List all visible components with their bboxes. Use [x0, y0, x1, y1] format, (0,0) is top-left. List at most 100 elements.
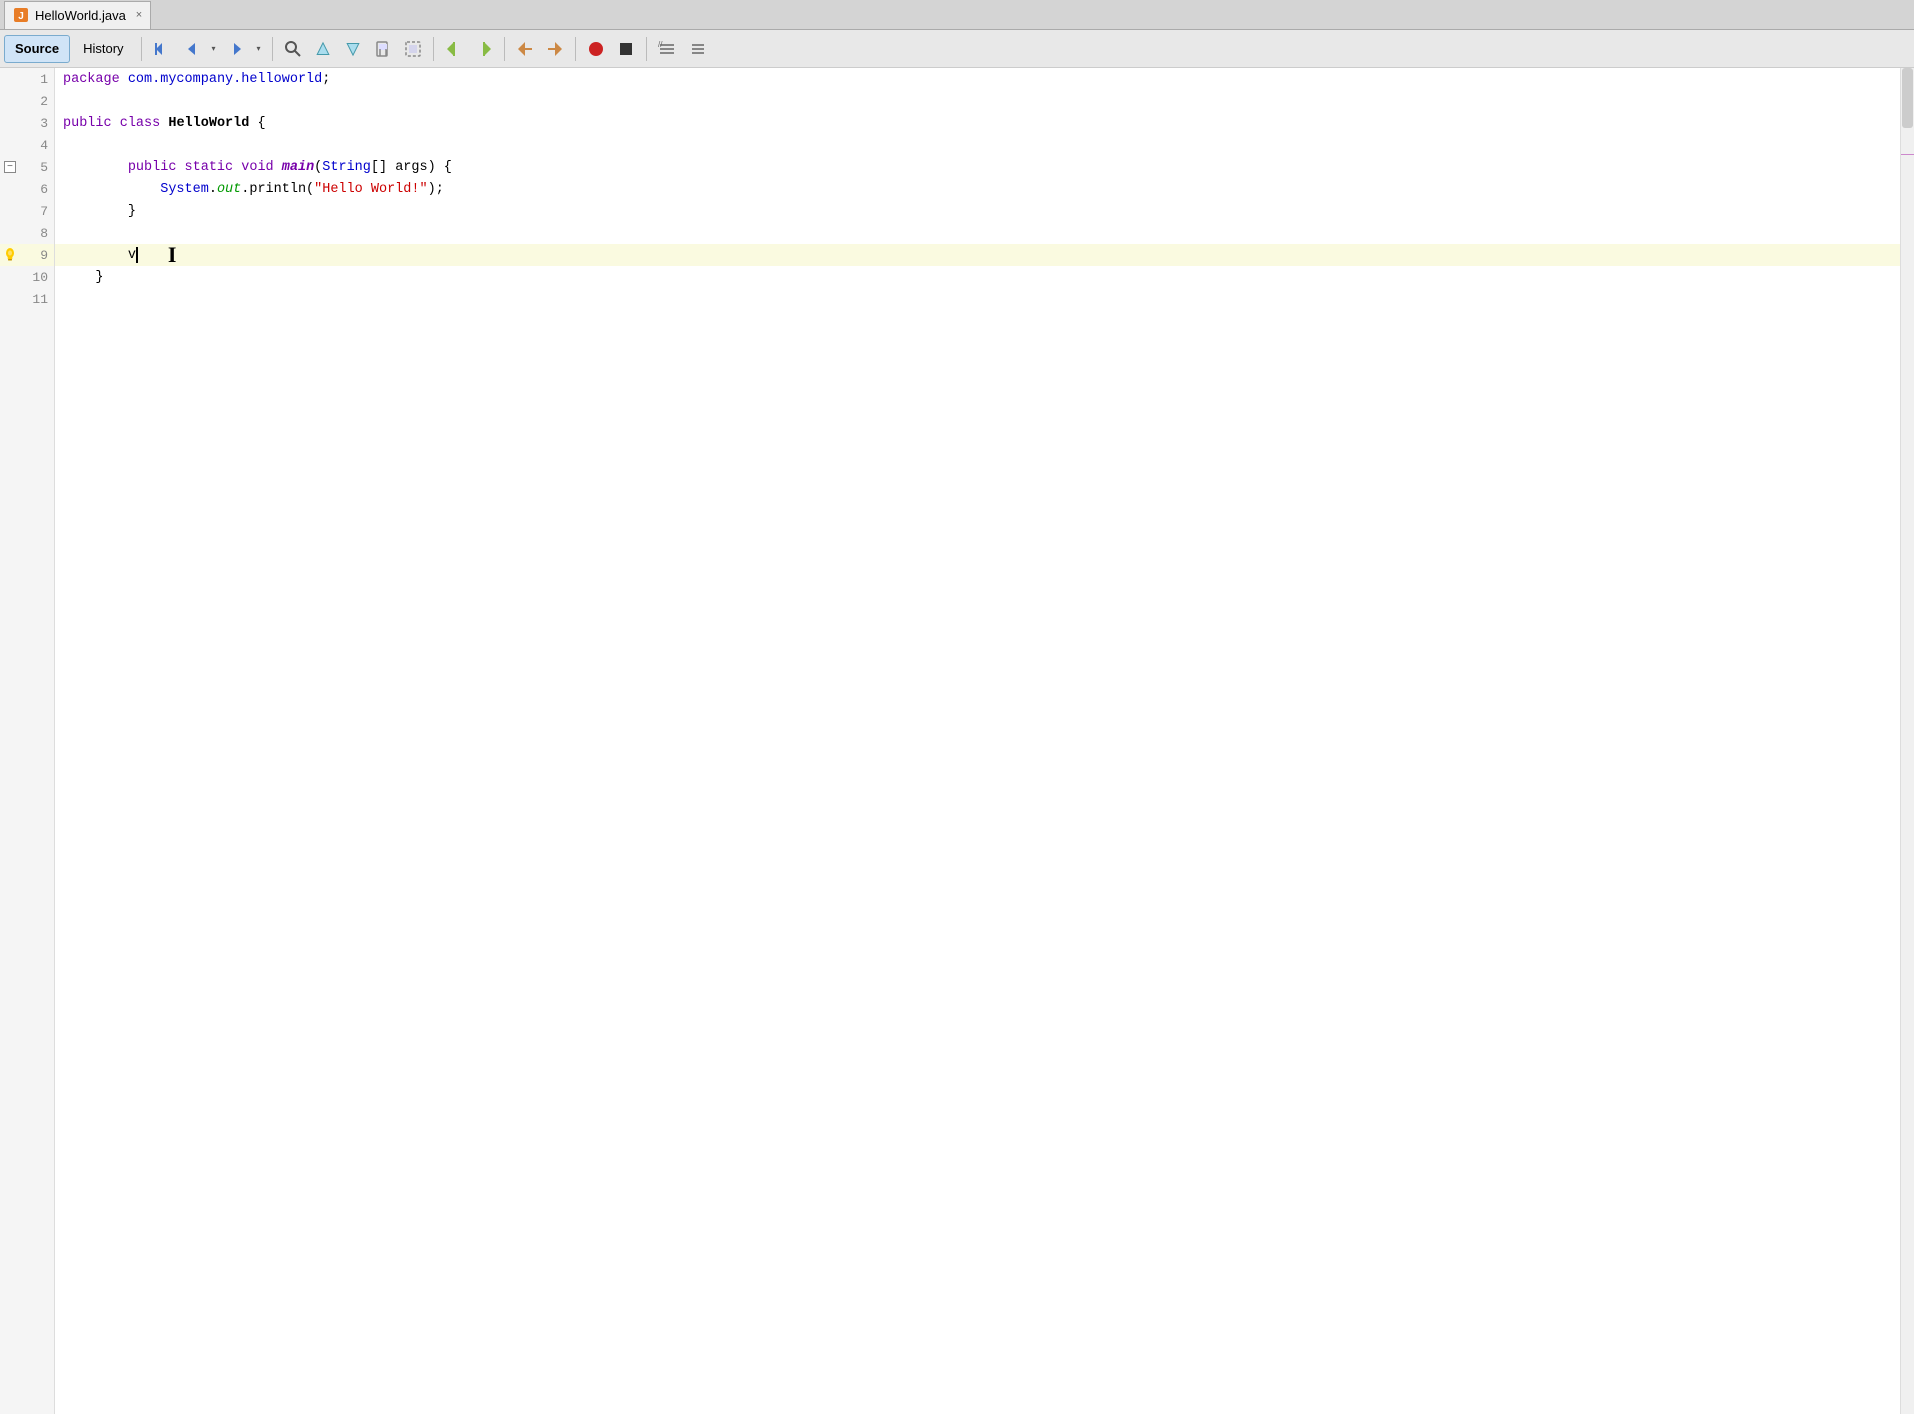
navigate-back-icon: [183, 40, 201, 58]
type-string: String: [322, 160, 371, 175]
code-editor[interactable]: package com.mycompany.helloworld; public…: [55, 68, 1900, 1414]
indent-10: [63, 270, 95, 285]
line-num-9: 9: [40, 248, 48, 263]
code-line-6: System.out.println("Hello World!");: [55, 178, 1900, 200]
text-cursor: [136, 247, 138, 263]
scrollbar-position-indicator: [1901, 154, 1914, 155]
gutter-line-6: 6: [0, 178, 54, 200]
toolbar: Source History ▾ ▾: [0, 30, 1914, 68]
search-btn[interactable]: [279, 35, 307, 63]
prev-occurrence-btn[interactable]: [309, 35, 337, 63]
navigate-back-dropdown-btn[interactable]: ▾: [207, 35, 221, 63]
plain-5e: [] args) {: [371, 160, 452, 175]
comment-icon: //: [658, 40, 676, 58]
cursor-I-display: I: [168, 242, 177, 268]
next-member-icon: [475, 40, 493, 58]
next-edit-icon: [546, 40, 564, 58]
separator-3: [433, 37, 434, 61]
prev-member-btn[interactable]: [440, 35, 468, 63]
record-macro-btn[interactable]: [582, 35, 610, 63]
separator-2: [272, 37, 273, 61]
kw-public-5: public: [128, 160, 177, 175]
gutter-line-9: 9: [0, 244, 54, 266]
indent-9: [63, 248, 128, 263]
prev-edit-btn[interactable]: [511, 35, 539, 63]
semi-1: ;: [322, 72, 330, 87]
sp-5b: [233, 160, 241, 175]
line-num-10: 10: [32, 270, 48, 285]
vertical-scrollbar[interactable]: [1900, 68, 1914, 1414]
editor-container: 1 2 3 4 − 5 6 7 8: [0, 68, 1914, 1414]
navigate-back-group: ▾: [178, 35, 221, 63]
line-num-8: 8: [40, 226, 48, 241]
plain-3a: [112, 116, 120, 131]
code-line-2: [55, 90, 1900, 112]
line-num-11: 11: [32, 292, 48, 307]
next-edit-btn[interactable]: [541, 35, 569, 63]
code-line-9[interactable]: vI: [55, 244, 1900, 266]
close-7: }: [128, 204, 136, 219]
separator-6: [646, 37, 647, 61]
indent-5: [63, 160, 128, 175]
next-member-btn[interactable]: [470, 35, 498, 63]
navigate-forward-icon: [228, 40, 246, 58]
gutter-line-4: 4: [0, 134, 54, 156]
navigate-forward-btn[interactable]: [223, 35, 251, 63]
line-num-1: 1: [40, 72, 48, 87]
code-line-8: [55, 222, 1900, 244]
tab-close-btn[interactable]: ×: [136, 9, 142, 21]
uncomment-icon: [688, 40, 706, 58]
file-tab[interactable]: J HelloWorld.java ×: [4, 1, 151, 29]
kw-public-3: public: [63, 116, 112, 131]
line-num-7: 7: [40, 204, 48, 219]
toggle-select-icon: [404, 40, 422, 58]
string-hello: "Hello World!": [314, 182, 427, 197]
navigate-back-btn[interactable]: [178, 35, 206, 63]
toggle-bookmark-btn[interactable]: [369, 35, 397, 63]
indent-7: [63, 204, 128, 219]
gutter-line-7: 7: [0, 200, 54, 222]
navigate-forward-group: ▾: [223, 35, 266, 63]
navigate-forward-dropdown-btn[interactable]: ▾: [252, 35, 266, 63]
next-occurrence-btn[interactable]: [339, 35, 367, 63]
code-line-5: public static void main(String[] args) {: [55, 156, 1900, 178]
code-line-3: public class HelloWorld {: [55, 112, 1900, 134]
typed-v: v: [128, 248, 136, 263]
svg-text://: //: [658, 40, 663, 49]
dot-6b: .println(: [241, 182, 314, 197]
navigate-first-icon: [153, 40, 171, 58]
out-field: out: [217, 182, 241, 197]
java-file-icon: J: [13, 7, 29, 23]
source-tab[interactable]: Source: [4, 35, 70, 63]
fold-toggle-5[interactable]: −: [4, 161, 16, 173]
code-line-10: }: [55, 266, 1900, 288]
comment-btn[interactable]: //: [653, 35, 681, 63]
history-tab[interactable]: History: [72, 35, 134, 63]
method-main: main: [282, 160, 314, 175]
classname: HelloWorld: [168, 116, 249, 131]
close-class: }: [95, 270, 103, 285]
line-num-2: 2: [40, 94, 48, 109]
line-number-gutter: 1 2 3 4 − 5 6 7 8: [0, 68, 55, 1414]
stop-icon: [617, 40, 635, 58]
line-num-4: 4: [40, 138, 48, 153]
code-line-1: package com.mycompany.helloworld;: [55, 68, 1900, 90]
navigate-first-btn[interactable]: [148, 35, 176, 63]
toggle-select-btn[interactable]: [399, 35, 427, 63]
uncomment-btn[interactable]: [683, 35, 711, 63]
plain-1: [120, 72, 128, 87]
forward-dropdown-arrow-icon: ▾: [257, 44, 261, 53]
separator-1: [141, 37, 142, 61]
stop-macro-btn[interactable]: [612, 35, 640, 63]
gutter-line-5: − 5: [0, 156, 54, 178]
gutter-line-3: 3: [0, 112, 54, 134]
sp-5c: [274, 160, 282, 175]
prev-member-icon: [445, 40, 463, 58]
tab-bar: J HelloWorld.java ×: [0, 0, 1914, 30]
hint-lightbulb-icon: [2, 247, 18, 263]
code-line-7: }: [55, 200, 1900, 222]
line-num-6: 6: [40, 182, 48, 197]
separator-4: [504, 37, 505, 61]
plain-5d: (: [314, 160, 322, 175]
scrollbar-thumb[interactable]: [1902, 68, 1913, 128]
